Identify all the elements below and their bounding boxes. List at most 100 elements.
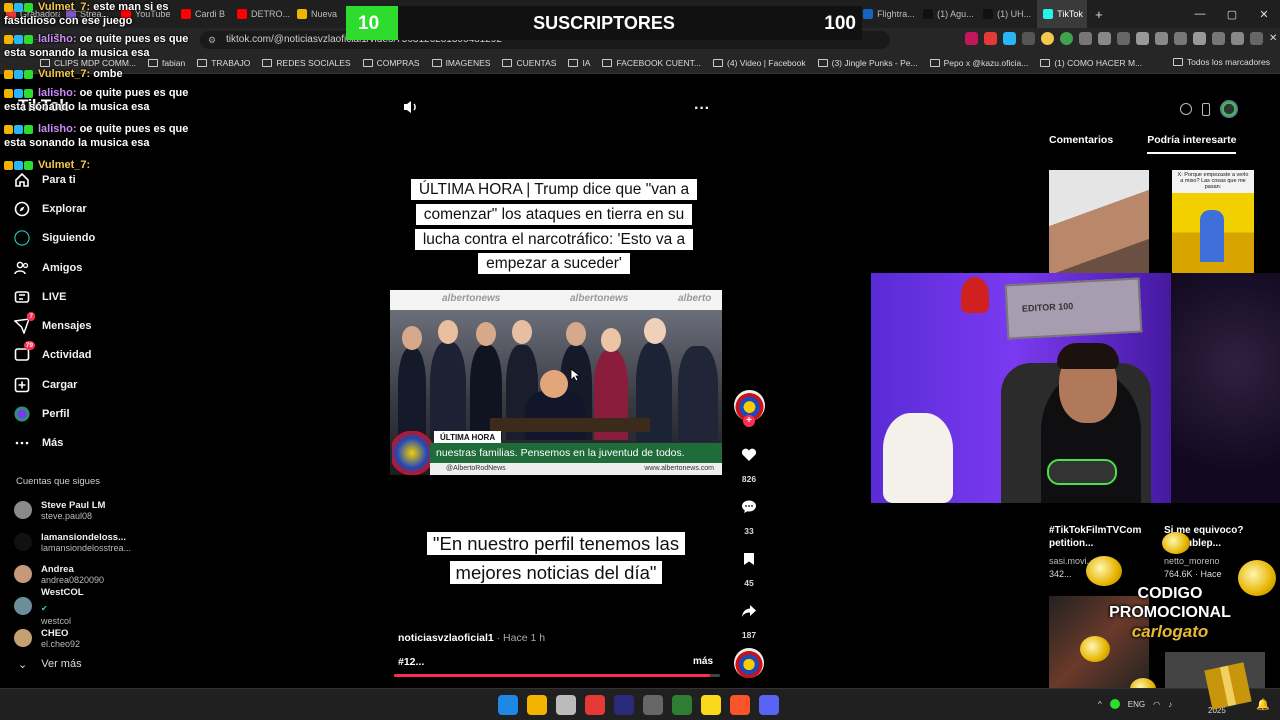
profile-avatar[interactable] xyxy=(1220,100,1238,118)
nav-item-cargar[interactable]: Cargar xyxy=(14,370,95,399)
bookmark-item[interactable]: TRABAJO xyxy=(197,58,250,68)
more-description-button[interactable]: más xyxy=(693,656,713,667)
recommended-user[interactable]: netto_moreno xyxy=(1164,556,1220,566)
tab-recommended[interactable]: Podría interesarte xyxy=(1147,134,1237,154)
taskbar-app-icon[interactable] xyxy=(498,695,518,715)
extension-icon[interactable] xyxy=(1041,32,1054,45)
close-window-button[interactable]: ✕ xyxy=(1248,0,1280,28)
browser-tab-active[interactable]: TikTok✕ xyxy=(1037,0,1088,28)
taskbar-app-icon[interactable] xyxy=(556,695,576,715)
nav-item-mensajes[interactable]: 7 Mensajes xyxy=(14,311,95,340)
lower-third-text: nuestras familias. Pensemos en la juvent… xyxy=(430,443,722,463)
video-more-options-button[interactable]: ··· xyxy=(694,100,710,118)
comment-button[interactable]: 33 xyxy=(732,492,766,536)
extension-icon[interactable] xyxy=(1003,32,1016,45)
extension-icon[interactable] xyxy=(1155,32,1168,45)
taskbar-app-icon[interactable] xyxy=(643,695,663,715)
taskbar-app-icon[interactable] xyxy=(701,695,721,715)
taskbar-app-icon[interactable] xyxy=(730,695,750,715)
video-progress-bar[interactable] xyxy=(394,674,720,677)
bookmark-item[interactable]: CUENTAS xyxy=(502,58,556,68)
extension-icon[interactable] xyxy=(1212,32,1225,45)
like-button[interactable]: 826 xyxy=(732,440,766,484)
nav-item-explorar[interactable]: Explorar xyxy=(14,194,95,223)
extension-icon[interactable] xyxy=(1250,32,1263,45)
bookmark-item[interactable]: (4) Video | Facebook xyxy=(713,58,806,68)
extension-icon[interactable] xyxy=(1136,32,1149,45)
video-clip[interactable]: albertonews albertonews alberto ÚLTIMA H… xyxy=(390,290,722,475)
taskbar-app-icon[interactable] xyxy=(585,695,605,715)
minimize-button[interactable]: — xyxy=(1184,0,1216,28)
following-account[interactable]: Steve Paul LM steve.paul08 xyxy=(14,494,131,526)
taskbar-app-icon[interactable] xyxy=(672,695,692,715)
taskbar-app-icon[interactable] xyxy=(759,695,779,715)
extension-icon[interactable] xyxy=(1098,32,1111,45)
extension-icon[interactable] xyxy=(1060,32,1073,45)
close-icon[interactable]: ✕ xyxy=(1269,32,1280,45)
bookmark-item[interactable]: IMAGENES xyxy=(431,58,490,68)
bookmark-item[interactable]: REDES SOCIALES xyxy=(262,58,351,68)
bookmark-item[interactable]: (1) COMO HACER M... xyxy=(1040,58,1142,68)
following-account[interactable]: Andrea andrea0820090 xyxy=(14,558,131,590)
chat-message: Vulmet_7: este man si es fastidioso con e… xyxy=(4,0,168,28)
extension-icon[interactable] xyxy=(965,32,978,45)
santa-decoration xyxy=(961,277,989,313)
bookmark-label: Pepo x @kazu.oficia... xyxy=(943,57,1029,68)
nav-item-live[interactable]: LIVE xyxy=(14,282,95,311)
nav-item-siguiendo[interactable]: Siguiendo xyxy=(14,224,95,253)
extension-icon[interactable] xyxy=(1022,32,1035,45)
extension-icon[interactable] xyxy=(1231,32,1244,45)
extension-icon[interactable] xyxy=(1117,32,1130,45)
following-account[interactable]: WestCOL ✔ westcol xyxy=(14,587,131,626)
browser-tab[interactable]: DETRO... xyxy=(231,0,291,28)
sound-disc[interactable] xyxy=(734,648,764,678)
following-account[interactable]: lamansiondeloss... lamansiondelosstrea... xyxy=(14,526,131,558)
recommended-video-thumbnail[interactable] xyxy=(1049,170,1149,274)
chat-text: ombe xyxy=(93,68,123,80)
save-button[interactable]: 45 xyxy=(732,544,766,588)
bookmark-item[interactable]: IA xyxy=(568,58,590,68)
taskbar-app-icon[interactable] xyxy=(527,695,547,715)
chevron-up-icon[interactable]: ^ xyxy=(1098,700,1102,709)
browser-tab[interactable]: (1) Agu... xyxy=(917,0,977,28)
tray-icon[interactable] xyxy=(1109,699,1120,709)
bookmark-item[interactable]: COMPRAS xyxy=(362,58,420,68)
nav-item-actividad[interactable]: 79 Actividad xyxy=(14,341,95,370)
nav-item-más[interactable]: Más xyxy=(14,429,95,458)
follow-plus-button[interactable]: + xyxy=(743,415,755,427)
browser-tab[interactable]: Cardi B xyxy=(175,0,231,28)
tab-comments[interactable]: Comentarios xyxy=(1049,134,1113,154)
recommended-title[interactable]: #TikTokFilmTVCom petition... xyxy=(1049,524,1149,550)
new-tab-button[interactable]: + xyxy=(1087,7,1111,22)
following-account[interactable]: CHEO el.cheo92 xyxy=(14,622,131,654)
all-bookmarks-button[interactable]: Todos los marcadores xyxy=(1172,57,1270,67)
recommended-video-thumbnail[interactable]: X: Porque empezaste a verlo a miso? Las … xyxy=(1172,170,1254,274)
device-icon[interactable] xyxy=(1202,102,1210,116)
volume-button[interactable] xyxy=(403,100,419,119)
extension-icon[interactable] xyxy=(1174,32,1187,45)
coin-icon[interactable] xyxy=(1180,103,1192,115)
bookmark-label: (1) COMO HACER M... xyxy=(1054,57,1143,68)
speaker-icon[interactable]: ♪ xyxy=(1168,700,1172,709)
share-button[interactable]: 187 xyxy=(732,596,766,640)
browser-tab[interactable]: Flightra... xyxy=(857,0,917,28)
browser-tab[interactable]: Nueva xyxy=(291,0,343,28)
taskbar-app-icon[interactable] xyxy=(614,695,634,715)
bookmark-item[interactable]: Pepo x @kazu.oficia... xyxy=(929,57,1029,68)
extension-icon[interactable] xyxy=(1079,32,1092,45)
extension-icon[interactable] xyxy=(984,32,997,45)
notification-bell-icon[interactable]: 🔔 xyxy=(1256,698,1270,711)
browser-tab[interactable]: (1) UH... xyxy=(977,0,1037,28)
bookmark-item[interactable]: FACEBOOK CUENT... xyxy=(602,58,701,68)
site-info-icon[interactable]: ⚙ xyxy=(208,31,216,49)
language-indicator[interactable]: ENG xyxy=(1128,700,1145,709)
see-more-link[interactable]: ⌄ Ver más xyxy=(18,658,82,671)
nav-item-perfil[interactable]: Perfil xyxy=(14,399,95,428)
folder-icon xyxy=(1040,58,1051,67)
video-author[interactable]: noticiasvzlaoficial1 · Hace 1 h xyxy=(398,632,545,644)
extension-icon[interactable] xyxy=(1193,32,1206,45)
wifi-icon[interactable]: ◠ xyxy=(1153,700,1160,709)
bookmark-item[interactable]: (3) Jingle Punks - Pe... xyxy=(817,58,918,68)
nav-item-amigos[interactable]: Amigos xyxy=(14,253,95,282)
maximize-button[interactable]: ▢ xyxy=(1216,0,1248,28)
